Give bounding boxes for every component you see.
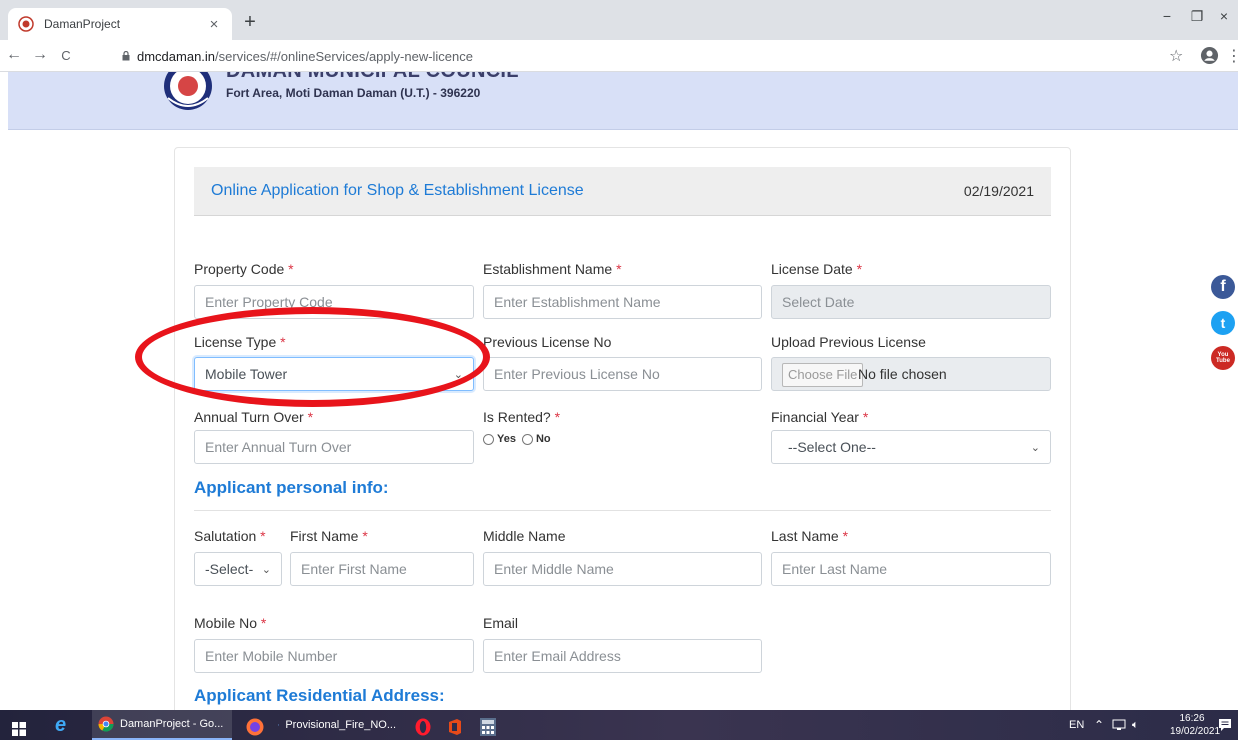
browser-tab-strip: DamanProject × + − ❐ ×	[0, 0, 1238, 40]
council-emblem-logo	[164, 72, 212, 110]
salutation-select[interactable]: -Select- ⌄	[194, 552, 282, 586]
windows-taskbar: e DamanProject - Go... Provisional_Fire_…	[0, 710, 1238, 740]
section-divider	[194, 510, 1051, 511]
rented-no-radio[interactable]	[521, 433, 533, 445]
is-rented-label: Is Rented? *	[483, 409, 561, 425]
form-date: 02/19/2021	[963, 183, 1034, 199]
license-type-label: License Type *	[194, 334, 286, 350]
input-language-indicator[interactable]: EN	[1069, 710, 1084, 740]
license-date-input[interactable]	[771, 285, 1051, 319]
rented-no-label: No	[535, 433, 551, 445]
personal-info-heading: Applicant personal info:	[194, 478, 389, 497]
clock-time: 16:26	[1179, 713, 1205, 724]
establishment-name-input[interactable]	[483, 285, 762, 319]
bookmark-star-icon[interactable]: ☆	[1169, 46, 1183, 66]
establishment-name-label: Establishment Name *	[483, 261, 622, 277]
minimize-button[interactable]: −	[1157, 8, 1177, 24]
opera-icon[interactable]	[414, 716, 432, 738]
profile-icon[interactable]	[1200, 46, 1219, 65]
last-name-input[interactable]	[771, 552, 1051, 586]
license-date-label: License Date *	[771, 261, 863, 277]
network-icon[interactable]	[1112, 719, 1126, 731]
license-type-value: Mobile Tower	[205, 366, 288, 382]
close-window-button[interactable]: ×	[1214, 8, 1234, 24]
previous-license-label: Previous License No	[483, 334, 612, 350]
chevron-down-icon: ⌄	[1030, 441, 1040, 454]
previous-license-input[interactable]	[483, 357, 762, 391]
site-header: DAMAN MUNICIPAL COUNCIL Fort Area, Moti …	[8, 72, 1238, 130]
taskbar-chrome-button[interactable]: DamanProject - Go...	[92, 710, 232, 740]
chevron-down-icon: ⌄	[261, 563, 271, 576]
url-host: dmcdaman.in	[137, 49, 216, 64]
show-hidden-icons-icon[interactable]: ⌃	[1094, 710, 1104, 740]
browser-menu-icon[interactable]: ⋮	[1226, 46, 1238, 66]
taskbar-word-button[interactable]: Provisional_Fire_NO...	[272, 710, 402, 740]
calculator-icon[interactable]	[480, 716, 496, 738]
site-favicon-icon	[18, 16, 34, 32]
salutation-value: -Select-	[205, 561, 254, 577]
word-document-icon	[278, 724, 280, 726]
browser-tab[interactable]: DamanProject ×	[8, 8, 232, 40]
financial-year-select[interactable]: --Select One-- ⌄	[771, 430, 1051, 464]
chrome-icon	[98, 716, 114, 732]
residential-address-heading: Applicant Residential Address:	[194, 686, 445, 705]
tab-title: DamanProject	[44, 17, 121, 31]
email-label: Email	[483, 615, 519, 631]
salutation-label: Salutation *	[194, 528, 266, 544]
internet-explorer-icon[interactable]: e	[55, 714, 66, 736]
office-icon[interactable]	[446, 716, 464, 738]
property-code-label: Property Code *	[194, 261, 294, 277]
windows-start-icon[interactable]	[12, 718, 26, 740]
clock-date: 19/02/2021	[1170, 726, 1221, 737]
url-field[interactable]: dmcdaman.in/services/#/onlineServices/ap…	[137, 49, 473, 64]
reload-button[interactable]: C	[56, 48, 76, 63]
council-address: Fort Area, Moti Daman Daman (U.T.) - 396…	[226, 86, 481, 100]
choose-file-button[interactable]: Choose File	[782, 363, 864, 387]
middle-name-label: Middle Name	[483, 528, 566, 544]
lock-icon	[122, 51, 130, 61]
tab-close-icon[interactable]: ×	[206, 16, 222, 33]
notification-center-icon[interactable]	[1218, 718, 1232, 732]
address-bar: ← → C dmcdaman.in/services/#/onlineServi…	[0, 40, 1238, 72]
mobile-no-input[interactable]	[194, 639, 474, 673]
council-name: DAMAN MUNICIPAL COUNCIL	[226, 72, 519, 83]
email-input[interactable]	[483, 639, 762, 673]
new-tab-button[interactable]: +	[238, 12, 262, 32]
upload-license-label: Upload Previous License	[771, 334, 926, 350]
card-header: Online Application for Shop & Establishm…	[194, 167, 1051, 216]
annual-turnover-input[interactable]	[194, 430, 474, 464]
youtube-icon[interactable]: You Tube	[1211, 346, 1235, 370]
middle-name-input[interactable]	[483, 552, 762, 586]
form-title: Online Application for Shop & Establishm…	[211, 182, 584, 199]
chevron-down-icon: ⌄	[453, 368, 463, 381]
rented-yes-radio[interactable]	[483, 433, 494, 445]
financial-year-value: --Select One--	[788, 439, 876, 455]
url-path: /services/#/onlineServices/apply-new-lic…	[215, 49, 473, 64]
first-name-input[interactable]	[290, 552, 474, 586]
forward-button[interactable]: →	[30, 46, 50, 64]
file-status: No file chosen	[858, 366, 947, 382]
back-button[interactable]: ←	[4, 46, 24, 64]
is-rented-radio-group: Yes No	[483, 433, 551, 445]
last-name-label: Last Name *	[771, 528, 849, 544]
firefox-icon[interactable]	[246, 716, 264, 738]
first-name-label: First Name *	[290, 528, 368, 544]
system-clock[interactable]: 16:26 19/02/2021	[1170, 712, 1221, 738]
facebook-icon[interactable]: f	[1211, 275, 1235, 299]
taskbar-word-label: Provisional_Fire_NO...	[285, 719, 396, 731]
maximize-button[interactable]: ❐	[1187, 8, 1207, 25]
property-code-input[interactable]	[194, 285, 474, 319]
taskbar-chrome-label: DamanProject - Go...	[120, 718, 224, 730]
financial-year-label: Financial Year *	[771, 409, 869, 425]
twitter-icon[interactable]: t	[1211, 311, 1235, 335]
rented-yes-label: Yes	[497, 433, 516, 445]
volume-icon[interactable]: 🔈︎	[1132, 710, 1139, 740]
annual-turnover-label: Annual Turn Over *	[194, 409, 314, 425]
mobile-no-label: Mobile No *	[194, 615, 267, 631]
upload-license-field: Choose File No file chosen	[771, 357, 1051, 391]
license-type-select[interactable]: Mobile Tower ⌄	[194, 357, 474, 391]
